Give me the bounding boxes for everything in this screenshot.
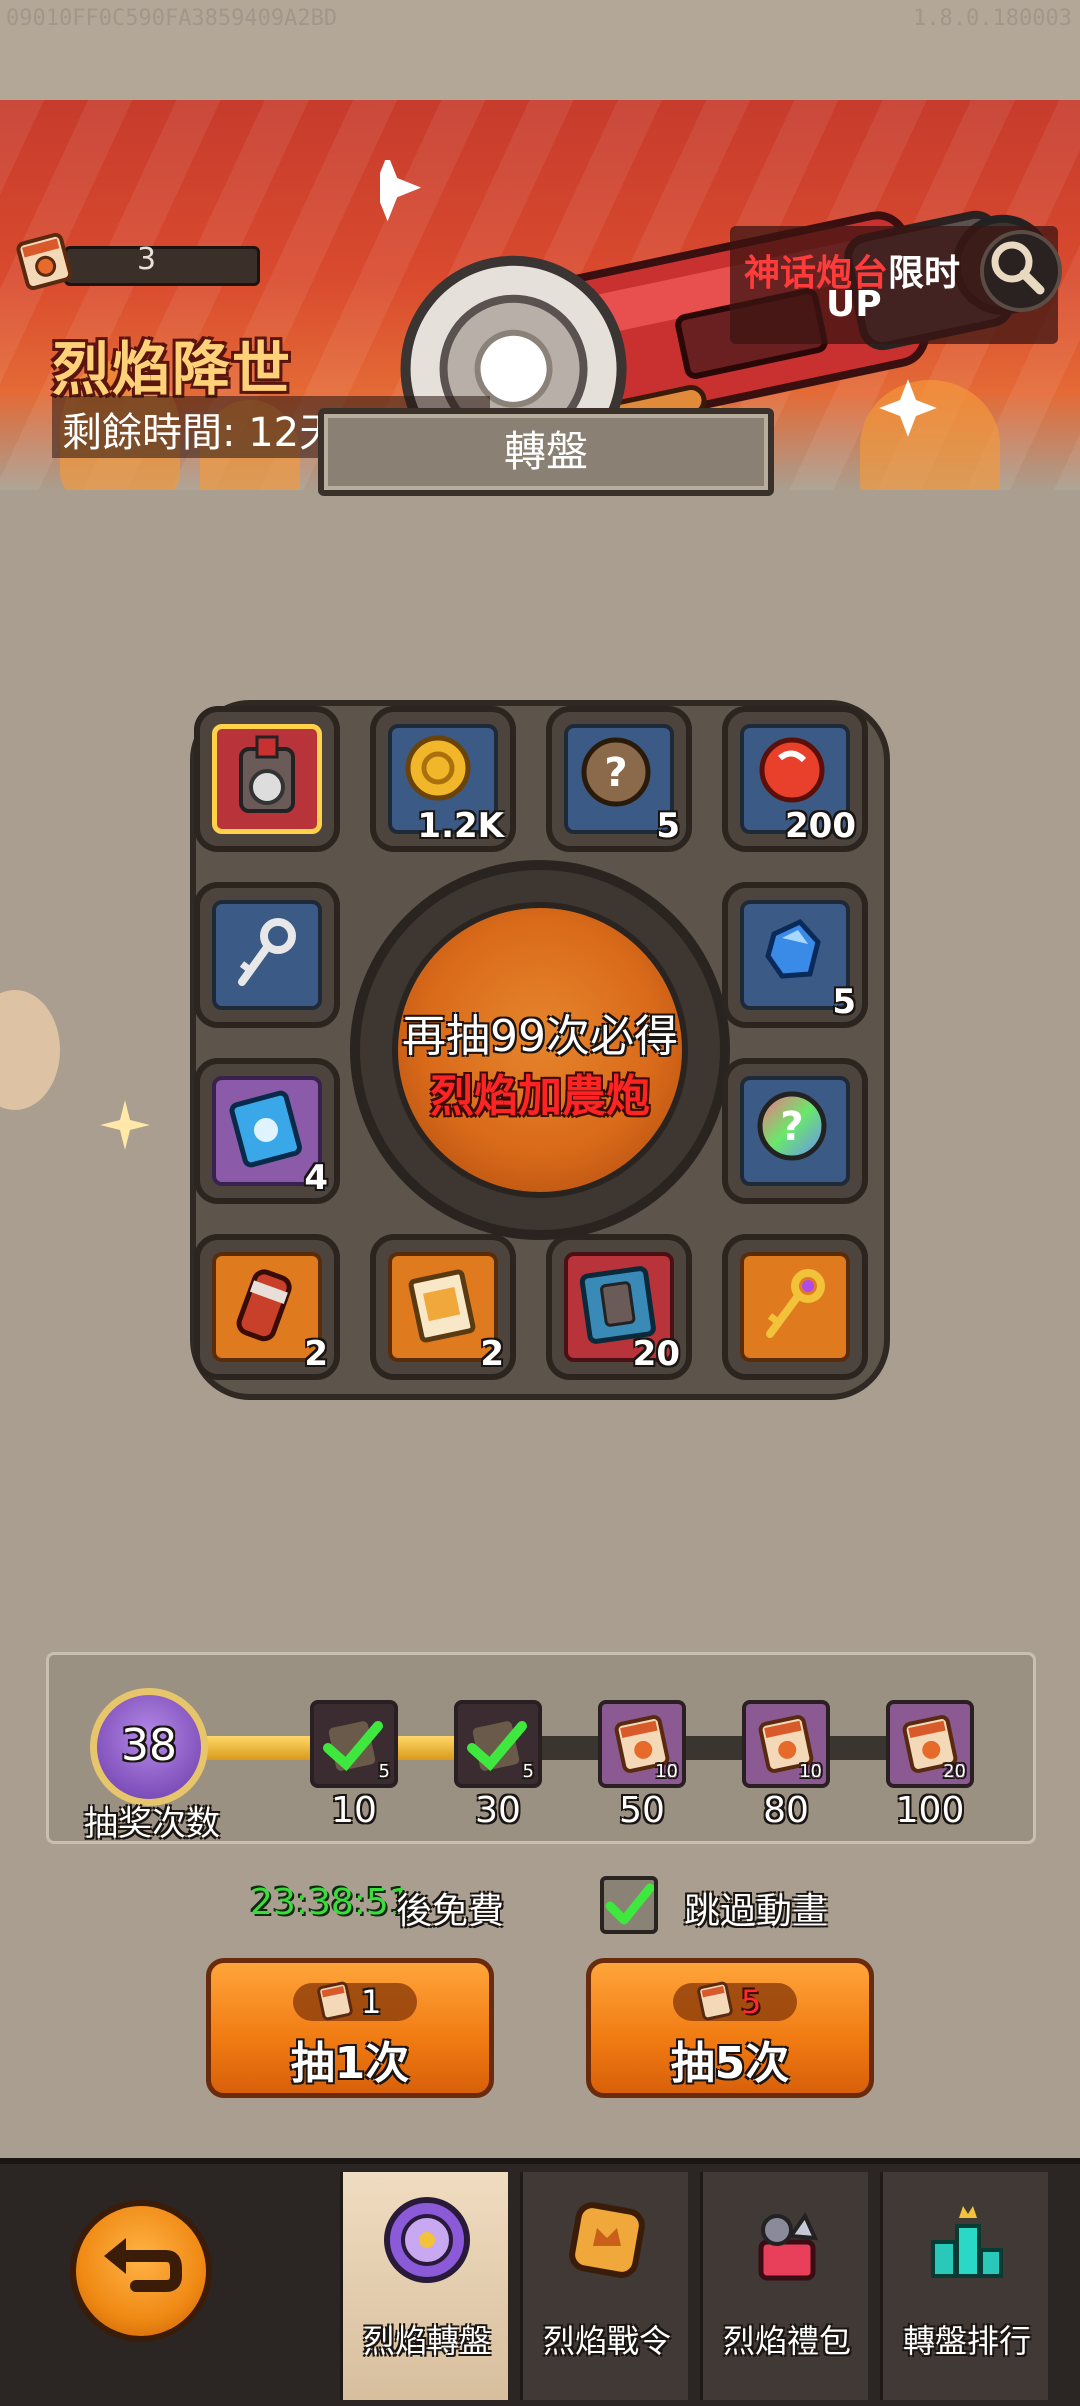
ticket-count: 3: [136, 242, 157, 277]
item-qty: 2: [304, 1334, 328, 1374]
magnifier-icon: [991, 241, 1045, 295]
wheel-slot[interactable]: 2: [194, 1234, 340, 1380]
version-text: 1.8.0.180003: [913, 6, 1072, 31]
draw-count-label: 抽奖次数: [84, 1804, 220, 1844]
item-qty: 5: [832, 982, 856, 1022]
wheel-slot[interactable]: 1.2K: [370, 706, 516, 852]
milestone-reward-qty: 10: [655, 1761, 678, 1782]
milestone[interactable]: 5 10: [310, 1700, 398, 1831]
event-title: 烈焰降世: [52, 335, 293, 403]
golden-key-icon: [766, 1269, 825, 1338]
promo-limited: 限时: [888, 253, 961, 294]
tab-label: 烈焰禮包: [722, 2322, 851, 2360]
item-qty: 1.2K: [417, 806, 504, 846]
tab-label: 烈焰轉盤: [362, 2322, 491, 2360]
milestone-reward-qty: 20: [943, 1761, 966, 1782]
flame-cannon-turret-icon: [239, 735, 295, 813]
wheel-slot[interactable]: 2: [370, 1234, 516, 1380]
wheel-slot[interactable]: [194, 706, 340, 852]
milestone[interactable]: 10 50: [598, 1700, 686, 1831]
battle-pass-badge-icon: [569, 2202, 645, 2278]
milestone-reward-qty: 10: [799, 1761, 822, 1782]
back-arrow-icon: [104, 2238, 182, 2292]
wheel-icon: [384, 2197, 470, 2283]
gift-pack-icon: [758, 2211, 819, 2281]
milestone-threshold: 10: [331, 1790, 377, 1831]
wheel-slot[interactable]: 5: [722, 882, 868, 1028]
tab-flame-wheel[interactable]: 烈焰轉盤: [340, 2172, 508, 2400]
wheel-slot[interactable]: [194, 882, 340, 1028]
wheel-slot[interactable]: [722, 1234, 868, 1380]
ticket-counter: 3: [14, 228, 260, 291]
sparkle-icon: [100, 1100, 150, 1150]
tab-gift-pack[interactable]: 烈焰禮包: [700, 2172, 868, 2400]
draw-1-button[interactable]: 1 抽1次: [206, 1958, 494, 2098]
milestone[interactable]: 10 80: [742, 1700, 830, 1831]
draw-5-button[interactable]: 5 抽5次: [586, 1958, 874, 2098]
checkmark-icon: [605, 1883, 655, 1925]
pity-text: 再抽99次必得: [402, 1011, 678, 1062]
svg-text:?: ?: [604, 750, 627, 796]
ticket-icon: [697, 1981, 733, 2021]
search-button[interactable]: [980, 230, 1062, 312]
milestone-threshold: 50: [619, 1790, 665, 1831]
wheel-slot[interactable]: 200: [722, 706, 868, 852]
blueprint-card-icon: [229, 1090, 302, 1168]
milestone[interactable]: 5 30: [454, 1700, 542, 1831]
milestone-threshold: 80: [763, 1790, 809, 1831]
draw-5-label: 抽5次: [670, 2038, 790, 2089]
tab-label: 烈焰戰令: [542, 2322, 671, 2360]
side-reward-bubble[interactable]: [0, 990, 60, 1110]
leaderboard-icon: [931, 2206, 1003, 2278]
draw-5-cost: 5: [741, 1983, 762, 2021]
item-qty: 5: [656, 806, 680, 846]
tab-label: 轉盤排行: [902, 2322, 1031, 2360]
free-draw-timer: 23:38:51: [250, 1882, 412, 1923]
milestone-threshold: 30: [475, 1790, 521, 1831]
svg-text:?: ?: [780, 1104, 803, 1150]
wheel-tab-label: 轉盤: [503, 427, 588, 476]
draw-1-cost: 1: [361, 1983, 382, 2021]
item-qty: 4: [304, 1158, 328, 1198]
back-button[interactable]: [70, 2200, 212, 2342]
blue-crystal-icon: [765, 918, 821, 979]
tab-wheel-ranking[interactable]: 轉盤排行: [880, 2172, 1048, 2400]
scroll-icon: [408, 1269, 476, 1343]
draw-count: 38: [121, 1720, 177, 1771]
promo-up: UP: [826, 284, 882, 325]
mystery-gear-icon: ?: [581, 737, 651, 807]
milestone-threshold: 100: [895, 1790, 965, 1831]
rainbow-mystery-orb-icon: ?: [757, 1091, 827, 1161]
debug-id-text: 09010FF0C590FA3859409A2BD: [6, 6, 338, 31]
wheel-slot[interactable]: 20: [546, 1234, 692, 1380]
status-bar: 09010FF0C590FA3859409A2BD 1.8.0.180003: [0, 0, 1080, 100]
milestone[interactable]: 20 100: [886, 1700, 974, 1831]
milestone-reward-qty: 5: [522, 1761, 534, 1782]
skip-animation-checkbox[interactable]: [600, 1876, 658, 1934]
item-qty: 200: [785, 806, 856, 846]
wheel-slot[interactable]: ? 5: [546, 706, 692, 852]
silver-key-icon: [238, 918, 296, 986]
fuel-canister-icon: [236, 1269, 292, 1342]
skip-animation-label[interactable]: 跳過動畫: [684, 1882, 828, 1934]
tab-battle-pass[interactable]: 烈焰戰令: [520, 2172, 688, 2400]
wheel-slot[interactable]: ?: [722, 1058, 868, 1204]
pity-reward-name: 烈焰加農炮: [430, 1071, 650, 1122]
ticket-icon: [317, 1981, 353, 2021]
draw-1-label: 抽1次: [290, 2038, 410, 2089]
item-qty: 20: [632, 1334, 680, 1374]
milestone-reward-qty: 5: [378, 1761, 390, 1782]
item-qty: 2: [480, 1334, 504, 1374]
free-draw-label: 後免費: [396, 1891, 505, 1932]
wheel-slot[interactable]: 4: [194, 1058, 340, 1204]
